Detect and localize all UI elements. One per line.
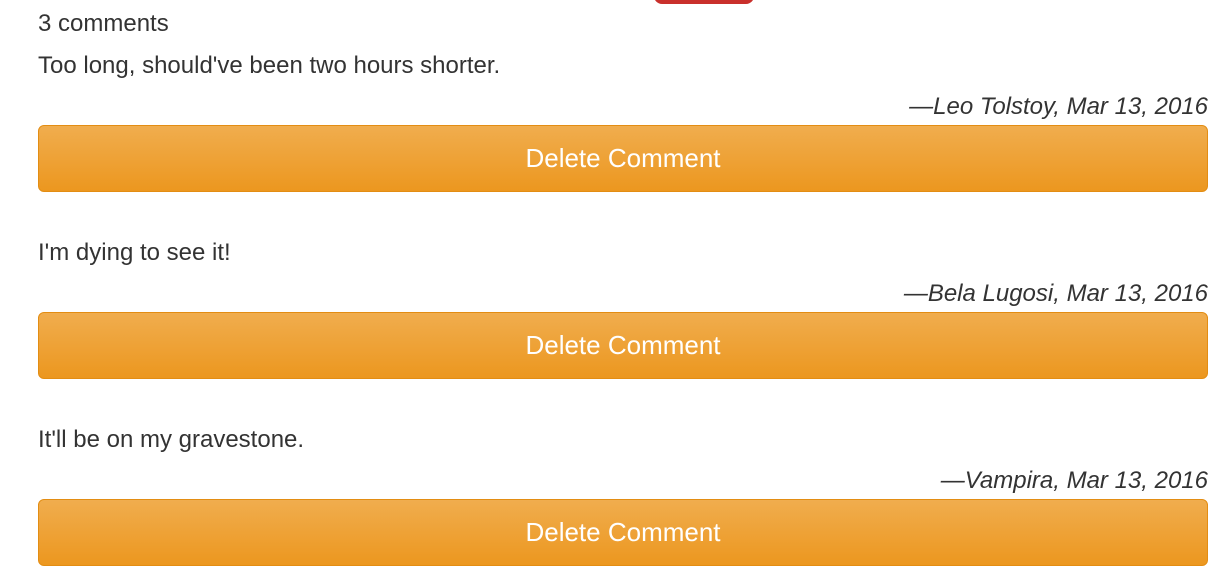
delete-comment-button[interactable]: Delete Comment <box>38 125 1208 192</box>
comment-item: Too long, should've been two hours short… <box>38 50 1208 192</box>
delete-comment-button[interactable]: Delete Comment <box>38 312 1208 379</box>
top-red-button[interactable] <box>654 0 754 4</box>
comment-text: I'm dying to see it! <box>38 239 231 266</box>
comment-text: Too long, should've been two hours short… <box>38 52 501 79</box>
comment-author-date: —Bela Lugosi, Mar 13, 2016 <box>903 280 1208 307</box>
comment-text: It'll be on my gravestone. <box>38 426 305 453</box>
comment-author-date: —Vampira, Mar 13, 2016 <box>940 467 1208 494</box>
delete-comment-button[interactable]: Delete Comment <box>38 499 1208 566</box>
comment-item: It'll be on my gravestone. —Vampira, Mar… <box>38 424 1208 566</box>
comment-item: I'm dying to see it! —Bela Lugosi, Mar 1… <box>38 237 1208 379</box>
comments-count: 3 comments <box>38 10 169 37</box>
comment-author-date: —Leo Tolstoy, Mar 13, 2016 <box>909 93 1208 120</box>
